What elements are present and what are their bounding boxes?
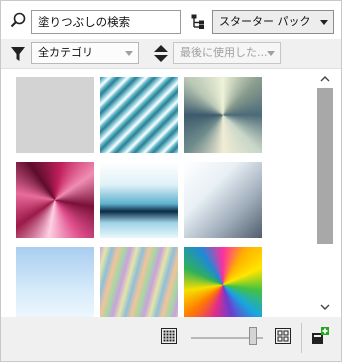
fill-tile[interactable]	[184, 162, 262, 238]
add-pack-icon[interactable]	[311, 327, 329, 345]
chevron-down-icon	[125, 51, 133, 56]
search-input[interactable]: 塗りつぶしの検索	[31, 10, 181, 34]
fill-tile[interactable]	[16, 77, 94, 153]
sort-icon[interactable]	[154, 45, 168, 62]
fill-picker-panel: 塗りつぶしの検索 スターター パック 全カテゴリ 最後に使用した...	[0, 0, 342, 362]
search-icon[interactable]	[10, 12, 26, 28]
fill-tile[interactable]	[184, 77, 262, 153]
chevron-down-icon	[320, 20, 328, 25]
fill-tile[interactable]	[100, 77, 178, 153]
pack-dropdown-value: スターター パック	[219, 15, 311, 28]
pack-dropdown[interactable]: スターター パック	[212, 10, 334, 34]
filter-row: 全カテゴリ 最後に使用した...	[1, 39, 341, 69]
category-dropdown[interactable]: 全カテゴリ	[31, 42, 139, 64]
scroll-up-icon[interactable]	[316, 73, 334, 85]
large-thumbnails-icon[interactable]	[275, 328, 291, 344]
scrollbar-thumb[interactable]	[317, 88, 333, 244]
chevron-down-icon	[267, 51, 275, 56]
category-dropdown-value: 全カテゴリ	[38, 46, 93, 59]
filter-icon	[11, 47, 25, 61]
vertical-scrollbar[interactable]	[316, 69, 334, 317]
search-row: 塗りつぶしの検索 スターター パック	[1, 1, 341, 39]
fill-tile[interactable]	[100, 162, 178, 238]
small-thumbnails-icon[interactable]	[161, 328, 177, 344]
toolbar-divider	[301, 323, 302, 353]
sort-dropdown[interactable]: 最後に使用した...	[173, 42, 281, 64]
fill-tile[interactable]	[16, 247, 94, 323]
scroll-down-icon[interactable]	[316, 301, 334, 313]
fill-tile[interactable]	[100, 247, 178, 323]
slider-thumb[interactable]	[249, 327, 257, 345]
pack-tree-icon[interactable]	[191, 14, 205, 30]
fill-thumbnail-grid	[1, 69, 341, 323]
thumbnail-size-slider[interactable]	[191, 327, 263, 345]
bottom-toolbar	[1, 317, 341, 361]
fill-tile[interactable]	[16, 162, 94, 238]
fill-tile[interactable]	[184, 247, 262, 323]
sort-dropdown-value: 最後に使用した...	[180, 46, 268, 59]
